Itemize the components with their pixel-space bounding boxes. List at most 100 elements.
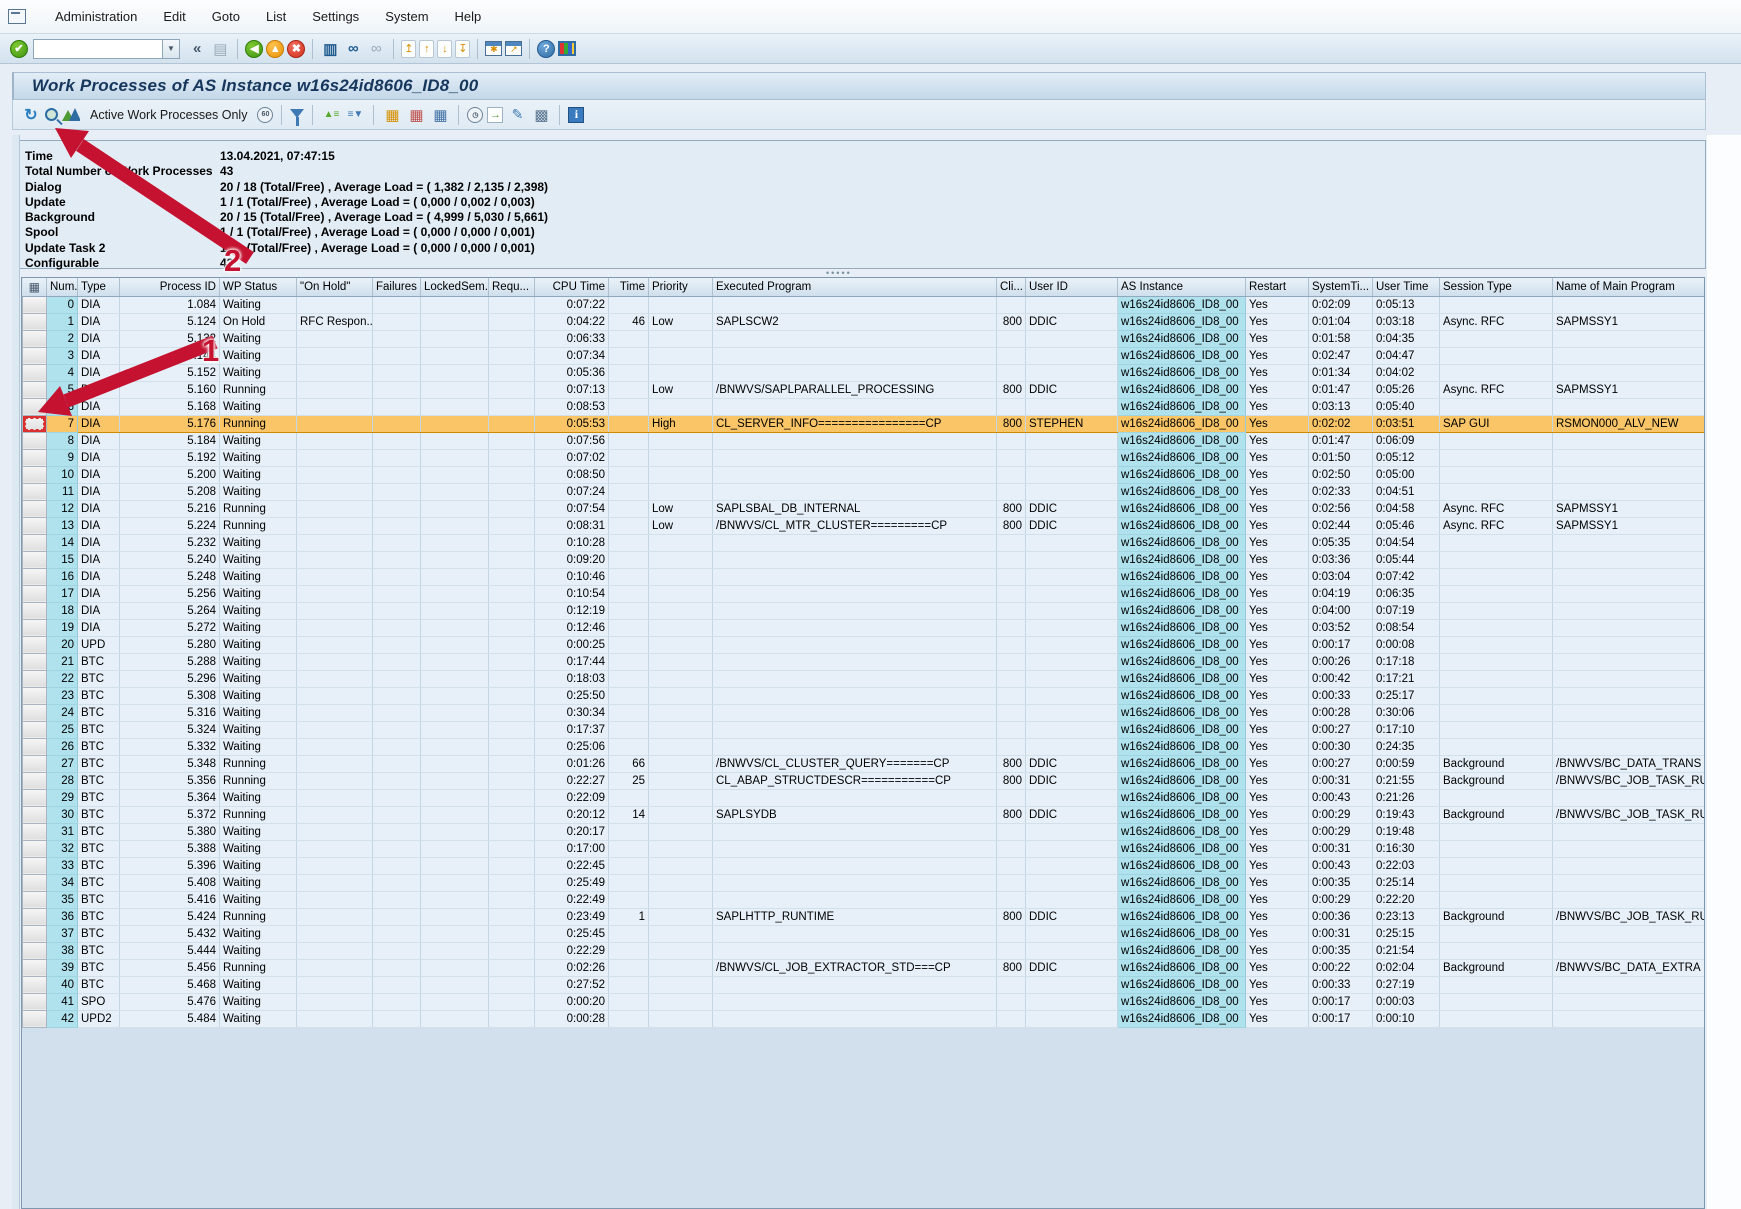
row-selector[interactable]	[23, 381, 47, 398]
table-cell[interactable]	[421, 976, 489, 993]
table-cell[interactable]: 0:00:31	[1309, 925, 1373, 942]
row-selector[interactable]	[23, 823, 47, 840]
table-cell[interactable]: 0:24:35	[1373, 738, 1440, 755]
table-cell[interactable]	[1440, 432, 1553, 449]
table-cell[interactable]: Yes	[1246, 653, 1309, 670]
table-cell[interactable]: 66	[609, 755, 649, 772]
table-cell[interactable]: 0:01:47	[1309, 432, 1373, 449]
table-cell[interactable]	[1026, 568, 1118, 585]
column-header-cpu-time[interactable]: CPU Time	[535, 278, 609, 296]
table-cell[interactable]: 0:00:27	[1309, 755, 1373, 772]
cancel-icon[interactable]: ✖	[287, 40, 305, 58]
change-icon[interactable]: ✎	[507, 105, 527, 125]
column-header-process-id[interactable]: Process ID	[120, 278, 220, 296]
table-cell[interactable]	[373, 483, 421, 500]
menu-item-edit[interactable]: Edit	[150, 6, 198, 27]
table-cell[interactable]	[297, 925, 373, 942]
table-cell[interactable]: DIA	[78, 398, 120, 415]
table-cell[interactable]: w16s24id8606_ID8_00	[1118, 755, 1246, 772]
table-cell[interactable]	[489, 398, 535, 415]
table-cell[interactable]	[1553, 602, 1705, 619]
table-cell[interactable]	[421, 483, 489, 500]
table-cell[interactable]	[297, 568, 373, 585]
table-cell[interactable]: Waiting	[220, 789, 297, 806]
table-cell[interactable]: 0:04:00	[1309, 602, 1373, 619]
table-cell[interactable]: 30	[47, 806, 78, 823]
table-cell[interactable]	[609, 925, 649, 942]
table-cell[interactable]: DDIC	[1026, 806, 1118, 823]
table-cell[interactable]	[649, 432, 713, 449]
table-cell[interactable]: 28	[47, 772, 78, 789]
table-cell[interactable]: 5.272	[120, 619, 220, 636]
table-cell[interactable]: 0:00:43	[1309, 857, 1373, 874]
table-cell[interactable]: w16s24id8606_ID8_00	[1118, 602, 1246, 619]
table-cell[interactable]: 0:10:54	[535, 585, 609, 602]
table-cell[interactable]	[649, 296, 713, 313]
table-cell[interactable]	[649, 534, 713, 551]
table-cell[interactable]: SPO	[78, 993, 120, 1010]
table-cell[interactable]	[609, 364, 649, 381]
table-cell[interactable]	[1440, 993, 1553, 1010]
table-cell[interactable]: Running	[220, 772, 297, 789]
table-cell[interactable]: w16s24id8606_ID8_00	[1118, 619, 1246, 636]
table-cell[interactable]	[421, 449, 489, 466]
table-cell[interactable]: 5.348	[120, 755, 220, 772]
table-cell[interactable]	[373, 381, 421, 398]
table-cell[interactable]: Async. RFC	[1440, 500, 1553, 517]
table-cell[interactable]: 42	[47, 1010, 78, 1027]
table-cell[interactable]: Waiting	[220, 840, 297, 857]
table-cell[interactable]: Yes	[1246, 398, 1309, 415]
table-cell[interactable]	[297, 823, 373, 840]
table-cell[interactable]: 0:00:08	[1373, 636, 1440, 653]
sort-asc-icon[interactable]: ▲≡	[321, 105, 341, 125]
menu-item-settings[interactable]: Settings	[299, 6, 372, 27]
table-cell[interactable]	[609, 993, 649, 1010]
table-cell[interactable]	[997, 840, 1026, 857]
table-cell[interactable]: w16s24id8606_ID8_00	[1118, 381, 1246, 398]
table-cell[interactable]	[1440, 687, 1553, 704]
table-cell[interactable]: Yes	[1246, 483, 1309, 500]
table-cell[interactable]	[609, 432, 649, 449]
table-cell[interactable]: 0:07:22	[535, 296, 609, 313]
table-cell[interactable]: 0:02:04	[1373, 959, 1440, 976]
table-cell[interactable]: STEPHEN	[1026, 415, 1118, 432]
table-cell[interactable]: 0:07:42	[1373, 568, 1440, 585]
table-cell[interactable]: 5.176	[120, 415, 220, 432]
table-cell[interactable]: BTC	[78, 653, 120, 670]
table-cell[interactable]	[713, 721, 997, 738]
table-cell[interactable]	[997, 636, 1026, 653]
table-cell[interactable]: 23	[47, 687, 78, 704]
column-header-time[interactable]: Time	[609, 278, 649, 296]
table-cell[interactable]: 0:25:45	[535, 925, 609, 942]
table-cell[interactable]	[373, 568, 421, 585]
table-cell[interactable]: 17	[47, 585, 78, 602]
table-cell[interactable]	[997, 364, 1026, 381]
table-cell[interactable]	[609, 823, 649, 840]
table-cell[interactable]: 0:00:25	[535, 636, 609, 653]
table-cell[interactable]	[649, 925, 713, 942]
table-cell[interactable]	[297, 500, 373, 517]
table-cell[interactable]: 0:04:47	[1373, 347, 1440, 364]
table-cell[interactable]: 0:20:17	[535, 823, 609, 840]
table-cell[interactable]	[713, 398, 997, 415]
row-selector[interactable]	[23, 534, 47, 551]
table-cell[interactable]	[297, 347, 373, 364]
table-cell[interactable]: Waiting	[220, 993, 297, 1010]
table-cell[interactable]	[1440, 925, 1553, 942]
table-cell[interactable]: Waiting	[220, 636, 297, 653]
table-cell[interactable]: 35	[47, 891, 78, 908]
table-cell[interactable]: 5.456	[120, 959, 220, 976]
table-cell[interactable]	[421, 364, 489, 381]
table-cell[interactable]: 0:00:33	[1309, 687, 1373, 704]
table-cell[interactable]	[649, 483, 713, 500]
table-cell[interactable]: DIA	[78, 364, 120, 381]
table-cell[interactable]: DIA	[78, 483, 120, 500]
row-selector[interactable]	[23, 721, 47, 738]
clock-icon[interactable]: ◷	[467, 107, 483, 123]
table-cell[interactable]	[489, 551, 535, 568]
table-cell[interactable]: Yes	[1246, 874, 1309, 891]
table-cell[interactable]: 8	[47, 432, 78, 449]
table-cell[interactable]	[1026, 942, 1118, 959]
table-cell[interactable]: 1	[609, 908, 649, 925]
export-icon[interactable]: →	[487, 107, 503, 123]
